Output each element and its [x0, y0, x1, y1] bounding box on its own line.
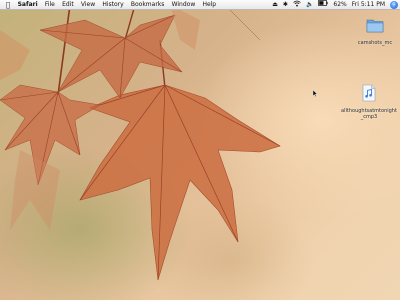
- apple-menu-icon[interactable]: : [0, 1, 14, 9]
- battery-icon[interactable]: [318, 0, 329, 10]
- folder-icon: [366, 19, 384, 33]
- mouse-cursor-icon: [313, 90, 318, 97]
- desktop-folder-item[interactable]: camshots_mc: [347, 16, 400, 46]
- menu-help[interactable]: Help: [199, 0, 220, 10]
- menu-bookmarks[interactable]: Bookmarks: [127, 0, 168, 10]
- menu-bar:  Safari File Edit View History Bookmark…: [0, 0, 400, 10]
- battery-percent[interactable]: 62%: [333, 0, 346, 10]
- menu-file[interactable]: File: [41, 0, 58, 10]
- menu-clock[interactable]: Fri 5:11 PM: [352, 0, 385, 10]
- audio-file-icon: [362, 84, 376, 102]
- desktop-wallpaper:  Safari File Edit View History Bookmark…: [0, 0, 400, 300]
- menu-edit[interactable]: Edit: [58, 0, 77, 10]
- eject-icon[interactable]: ⏏: [272, 0, 278, 10]
- menu-window[interactable]: Window: [168, 0, 199, 10]
- desktop-folder-label: camshots_mc: [357, 40, 393, 46]
- desktop-audio-file-label: allthoughtsatmtonight_cmp3: [341, 108, 397, 120]
- wifi-icon[interactable]: [293, 0, 301, 11]
- volume-icon[interactable]: 🔈: [306, 0, 313, 10]
- menu-view[interactable]: View: [77, 0, 98, 10]
- menu-extras: ⏏ ✱ 🔈 62% Fri 5:11 PM ⚲: [272, 0, 398, 10]
- spotlight-search-icon[interactable]: ⚲: [390, 1, 398, 9]
- maple-leaves-wallpaper: [0, 4, 281, 281]
- bluetooth-icon[interactable]: ✱: [283, 0, 288, 10]
- desktop-audio-file-item[interactable]: allthoughtsatmtonight_cmp3: [341, 84, 397, 120]
- menu-app-name[interactable]: Safari: [14, 0, 41, 10]
- menu-history[interactable]: History: [99, 0, 128, 10]
